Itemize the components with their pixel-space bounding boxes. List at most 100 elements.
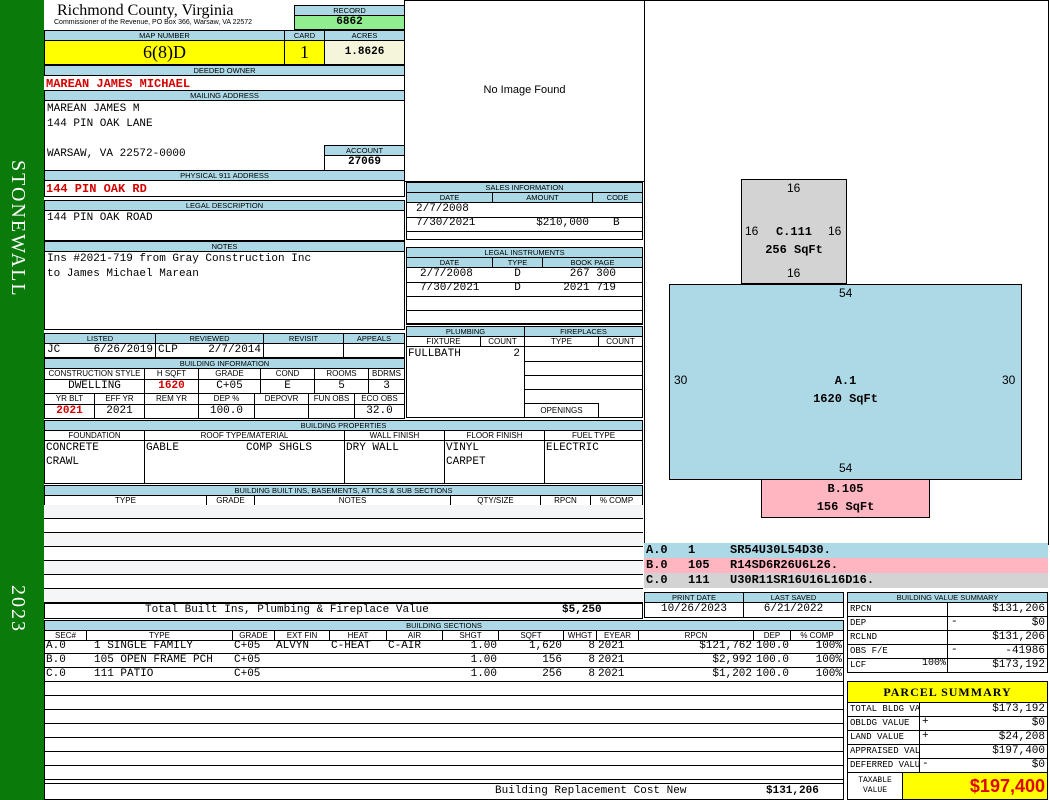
- sketch-b-area: 156 SqFt: [816, 500, 875, 514]
- sketch-legend-path: R14SD6R26U6L26.: [730, 558, 839, 572]
- yrblt-value: 2021: [44, 404, 95, 419]
- parcel-label: TOTAL BLDG VALUE: [847, 702, 920, 717]
- instrument-bookpage: 2021 719: [563, 282, 616, 294]
- taxable-value: $197,400: [902, 772, 1048, 800]
- mailing-line-1: MAREAN JAMES M: [47, 103, 140, 115]
- sketch-c-area: 256 SqFt: [765, 243, 823, 257]
- sales-col-code: CODE: [592, 192, 643, 203]
- section-cell: 1,620: [528, 640, 562, 652]
- sketch-legend-code: 105: [688, 558, 710, 572]
- section-cell: 100%: [815, 668, 842, 680]
- builtins-row: [44, 519, 643, 533]
- section-cell: ALVYN: [276, 640, 310, 652]
- foundation-value: CONCRETE: [46, 442, 99, 454]
- sketch-a-area: 1620 SqFt: [813, 392, 878, 406]
- bvs-label: OBS F/E: [847, 644, 948, 659]
- sketch-section-a: A.1 1620 SqFt: [669, 284, 1022, 480]
- bdrms-value: 3: [368, 379, 405, 394]
- fireplace-type-label: TYPE: [524, 336, 599, 347]
- parcel-value: $197,400: [919, 744, 1048, 759]
- section-cell: 111 PATIO: [94, 668, 154, 680]
- bvs-op: -: [951, 616, 958, 628]
- sketch-section-b: B.105 156 SqFt: [761, 479, 930, 518]
- listed-date: 6/26/2019: [93, 344, 153, 356]
- floor-value: VINYL: [446, 442, 480, 454]
- instr-col-bookpage: BOOK PAGE: [542, 257, 643, 268]
- owner-label: DEEDED OWNER: [44, 65, 405, 76]
- instrument-date: 7/30/2021: [420, 282, 480, 294]
- bvs-value: $131,206: [947, 630, 1048, 645]
- sale-date: 2/7/2008: [416, 203, 469, 215]
- reviewed-date: 2/7/2014: [208, 344, 261, 356]
- dim-a-right: 30: [1002, 373, 1016, 387]
- notes-line-1: Ins #2021-719 from Gray Construction Inc: [47, 253, 312, 265]
- listed-value: JC 6/26/2019: [44, 343, 156, 358]
- section-cell: 1.00: [470, 640, 497, 652]
- ecoobs-value: 32.0: [354, 404, 405, 419]
- section-cell: C+05: [234, 654, 261, 666]
- plumbing-count: 2: [513, 348, 520, 360]
- map-number: 6(8)D: [44, 40, 285, 65]
- table-row-divider: [406, 310, 643, 311]
- listed-by: JC: [47, 344, 61, 356]
- instrument-date: 2/7/2008: [420, 268, 473, 280]
- foundation-value: CRAWL: [46, 456, 80, 468]
- section-cell: $121,762: [699, 640, 752, 652]
- section-cell: 1.00: [470, 654, 497, 666]
- sales-col-date: DATE: [406, 192, 493, 203]
- section-cell: 100.0: [755, 668, 789, 680]
- section-cell: 1 SINGLE FAMILY: [94, 640, 194, 652]
- record-number: 6862: [294, 15, 405, 30]
- fuel-value: ELECTRIC: [546, 442, 599, 454]
- section-row: [44, 710, 844, 724]
- owner-name: MAREAN JAMES MICHAEL: [46, 77, 191, 91]
- county-subtitle: Commissioner of the Revenue, PO Box 366,…: [54, 19, 253, 26]
- sketch-legend-code: 111: [688, 573, 710, 587]
- legal-description: 144 PIN OAK ROAD: [47, 212, 153, 224]
- plumbing-count-label: COUNT: [480, 336, 525, 347]
- parcel-value: $0: [919, 758, 1048, 773]
- notes-line-2: to James Michael Marean: [47, 268, 199, 280]
- rooms-value: 5: [314, 379, 369, 394]
- section-cell: 2021: [598, 654, 625, 666]
- no-image-text: No Image Found: [483, 84, 566, 96]
- hsqft-value: 1620: [144, 379, 199, 394]
- remyr-value: [144, 404, 199, 419]
- section-cell: 8: [588, 668, 595, 680]
- floor-value: CARPET: [446, 456, 486, 468]
- section-cell: C+05: [234, 668, 261, 680]
- table-row-divider: [406, 296, 643, 297]
- dim-a-left: 30: [674, 373, 688, 387]
- sketch-b-label: B.105: [827, 482, 864, 496]
- section-cell: 156: [542, 654, 562, 666]
- section-cell: 105 OPEN FRAME PCH: [94, 654, 213, 666]
- bvs-value: -41986: [947, 644, 1048, 659]
- county-title: Richmond County, Virginia: [57, 2, 234, 19]
- mailing-line-2: 144 PIN OAK LANE: [47, 118, 153, 130]
- section-cell: C-AIR: [388, 640, 422, 652]
- table-row-divider: [406, 324, 643, 325]
- section-cell: 100%: [815, 640, 842, 652]
- section-cell: 1.00: [470, 668, 497, 680]
- account-number: 27069: [324, 155, 405, 171]
- card-number: 1: [284, 40, 325, 65]
- reviewed-value: CLP 2/7/2014: [155, 343, 264, 358]
- builtins-row: [44, 575, 643, 589]
- physical-box: [44, 180, 405, 197]
- taxable-label: TAXABLE VALUE: [847, 772, 903, 800]
- sketch-legend-path: U30R11SR16U16L16D16.: [730, 573, 875, 587]
- section-row: [44, 682, 844, 696]
- sketch-legend-row: C.0 111 U30R11SR16U16L16D16.: [644, 573, 1048, 588]
- dep-value: 100.0: [198, 404, 255, 419]
- last-saved: 6/21/2022: [743, 602, 844, 618]
- sketch-legend-sec: C.0: [646, 573, 668, 587]
- bvs-value: $173,192: [947, 658, 1048, 673]
- sale-amount: $210,000: [536, 217, 589, 229]
- section-cell: 2021: [598, 668, 625, 680]
- cond-value: E: [260, 379, 315, 394]
- sketch-legend-row: B.0 105 R14SD6R26U6L26.: [644, 558, 1048, 573]
- print-date: 10/26/2023: [644, 602, 744, 618]
- roof-material: COMP SHGLS: [246, 442, 313, 454]
- sketch-legend-sec: A.0: [646, 543, 668, 557]
- dim-c-top: 16: [787, 181, 801, 195]
